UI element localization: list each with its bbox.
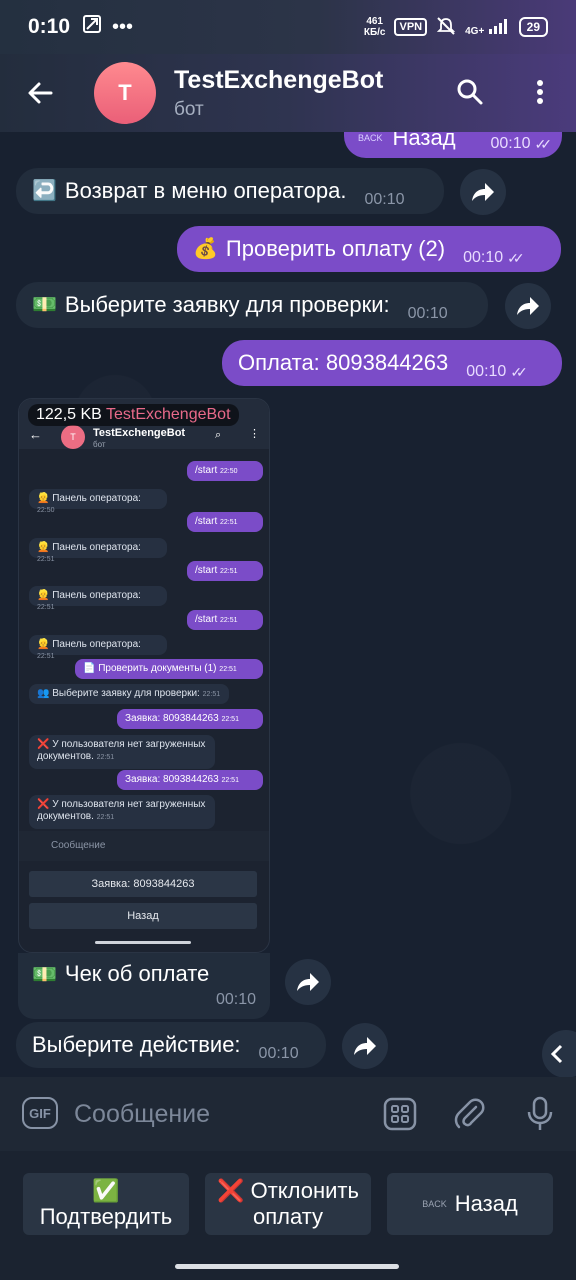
search-button[interactable]	[450, 72, 490, 112]
mini-keyboard-button: Заявка: 8093844263	[29, 871, 257, 897]
microphone-icon	[527, 1096, 553, 1130]
status-bar: 0:10 ••• 461 КБ/с VPN 4G+ 29	[0, 0, 576, 54]
more-vertical-icon	[537, 80, 543, 104]
share-icon	[472, 183, 494, 201]
avatar[interactable]: T	[94, 62, 156, 124]
read-ticks-icon: ✓✓	[534, 136, 553, 152]
chat-area[interactable]: BACK Назад 00:10 ✓✓ ↩️ Возврат в меню оп…	[0, 132, 576, 1077]
arrow-left-icon	[28, 82, 53, 104]
mini-message: /start 22:51	[187, 610, 263, 630]
forward-button[interactable]	[460, 169, 506, 215]
mini-message: 📄 Проверить документы (1) 22:51	[75, 659, 263, 679]
read-ticks-icon: ✓✓	[507, 250, 525, 266]
mini-message: /start 22:51	[187, 561, 263, 581]
gif-icon[interactable]: GIF	[22, 1097, 58, 1129]
app-notification-icon	[82, 14, 102, 40]
share-icon	[297, 973, 319, 991]
cell-signal-icon: 4G+	[465, 18, 510, 37]
back-keyboard-button[interactable]: BACK Назад	[387, 1173, 553, 1235]
message-out[interactable]: 💰 Проверить оплату (2) 00:10 ✓✓	[177, 226, 561, 272]
mini-message: Заявка: 8093844263 22:51	[117, 709, 263, 729]
paperclip-icon	[454, 1098, 485, 1129]
cross-icon: ❌	[217, 1178, 245, 1203]
network-speed: 461 КБ/с	[363, 16, 386, 38]
photo-caption: 💵 Чек об оплате 00:10	[18, 953, 270, 1019]
forward-button[interactable]	[285, 959, 331, 1005]
mini-message: /start 22:51	[187, 512, 263, 532]
mini-message: 👱 Панель оператора: 22:51	[29, 586, 167, 611]
return-icon: ↩️	[32, 180, 57, 202]
bot-keyboard: ✅ Подтвердить ❌ Отклонить оплату BACK На…	[0, 1151, 576, 1280]
message-out-back[interactable]: BACK Назад 00:10 ✓✓	[344, 132, 562, 158]
mini-message: ❌ У пользователя нет загруженных докумен…	[29, 735, 215, 769]
mini-avatar: T	[61, 425, 85, 449]
voice-button[interactable]	[521, 1095, 559, 1133]
mini-message: 👥 Выберите заявку для проверки: 22:51	[29, 684, 229, 704]
mini-back-icon: ←	[29, 427, 42, 442]
mini-keyboard-button: Назад	[29, 903, 257, 929]
mini-message: 👱 Панель оператора: 22:50	[29, 489, 167, 514]
chat-subtitle: бот	[174, 98, 204, 120]
message-in[interactable]: Выберите действие: 00:10	[16, 1022, 326, 1068]
mute-icon	[436, 16, 456, 39]
chat-header: T TestExchengeBot бот	[0, 54, 576, 132]
banknote-icon: 💵	[32, 294, 57, 316]
photo-info-label: 122,5 KB TestExchengeBot	[28, 404, 239, 426]
read-ticks-icon: ✓✓	[510, 364, 528, 380]
mini-search-icon: ⌕	[215, 429, 222, 441]
message-out[interactable]: Оплата: 8093844263 00:10 ✓✓	[222, 340, 562, 386]
more-menu-button[interactable]	[522, 72, 558, 112]
search-icon	[457, 79, 483, 105]
bot-keyboard-button[interactable]	[381, 1095, 419, 1133]
money-bag-icon: 💰	[193, 238, 218, 260]
message-in[interactable]: ↩️ Возврат в меню оператора. 00:10	[16, 168, 444, 214]
battery-icon: 29	[518, 17, 548, 37]
mini-message: 👱 Панель оператора: 22:51	[29, 635, 167, 660]
share-icon	[517, 297, 539, 315]
message-in[interactable]: 💵 Выберите заявку для проверки: 00:10	[16, 282, 488, 328]
mini-nav-bar	[95, 941, 191, 944]
chevron-left-icon	[550, 1044, 563, 1064]
message-input[interactable]	[74, 1098, 364, 1130]
photo-attachment[interactable]: ← T TestExchengeBot бот ⌕ ⋮ /start 22:50…	[18, 398, 270, 953]
status-time: 0:10	[28, 15, 71, 38]
gesture-nav-bar[interactable]	[175, 1264, 399, 1269]
mini-message: Заявка: 8093844263 22:51	[117, 770, 263, 790]
attach-button[interactable]	[451, 1095, 489, 1133]
banknote-icon: 💵	[32, 963, 57, 986]
back-badge-icon: BACK	[422, 1199, 447, 1209]
message-input-bar: GIF	[0, 1077, 576, 1151]
mini-more-icon: ⋮	[249, 428, 260, 440]
keyboard-grid-icon	[383, 1097, 417, 1131]
share-icon	[354, 1037, 376, 1055]
chat-title: TestExchengeBot	[174, 65, 384, 94]
mini-message: ❌ У пользователя нет загруженных докумен…	[29, 795, 215, 829]
chat-title-block[interactable]: TestExchengeBot бот	[174, 66, 383, 121]
check-icon: ✅	[92, 1178, 120, 1203]
confirm-button[interactable]: ✅ Подтвердить	[23, 1173, 189, 1235]
reject-payment-button[interactable]: ❌ Отклонить оплату	[205, 1173, 371, 1235]
forward-button[interactable]	[342, 1023, 388, 1069]
mini-message: /start 22:50	[187, 461, 263, 481]
forward-button[interactable]	[505, 283, 551, 329]
back-badge-icon: BACK	[358, 133, 383, 143]
vpn-icon: VPN	[394, 18, 428, 36]
back-button[interactable]	[0, 54, 80, 132]
more-notifications-icon: •••	[112, 15, 134, 38]
mini-message: 👱 Панель оператора: 22:51	[29, 538, 167, 563]
